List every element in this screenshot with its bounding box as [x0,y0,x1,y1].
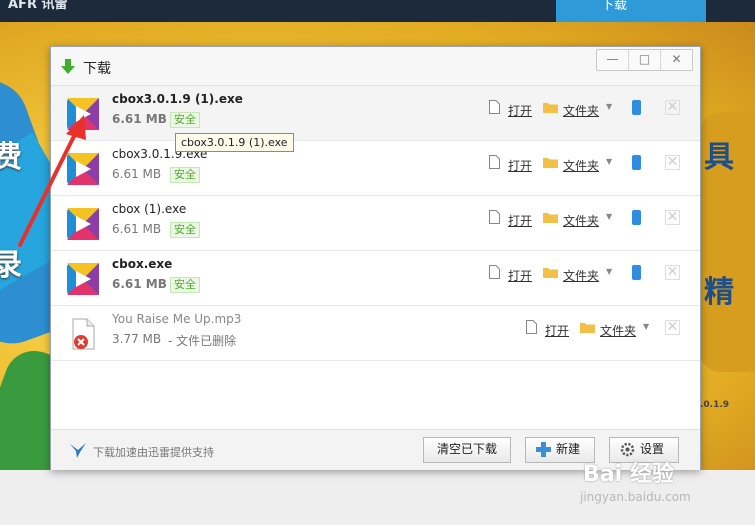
cbox-app-icon [67,153,99,185]
file-name: cbox (1).exe [112,202,187,216]
dialog-title: 下载 [83,61,111,77]
new-button-label: 新建 [556,442,581,456]
remove-item-icon[interactable]: ✕ [665,210,680,225]
folder-icon [543,268,558,278]
remove-item-icon[interactable]: ✕ [665,100,680,115]
chevron-down-icon[interactable]: ▼ [643,322,649,331]
safe-badge: 安全 [170,112,200,128]
file-deleted-status: - 文件已删除 [168,334,237,348]
download-row[interactable]: cbox3.0.1.9 (1).exe 6.61 MB 安全 打开 文件夹 ▼ … [51,86,700,141]
watermark: Bai 经验 [583,462,674,487]
document-icon [489,265,500,279]
gear-icon [620,442,635,457]
phone-icon[interactable] [632,155,641,170]
minimize-button[interactable]: — [597,50,629,70]
remove-item-icon[interactable]: ✕ [665,320,680,335]
file-size: 6.61 MB [112,222,162,236]
clear-downloaded-button[interactable]: 清空已下载 [423,437,511,463]
folder-link[interactable]: 文件夹 [563,157,599,174]
maximize-button[interactable]: □ [629,50,661,70]
safe-badge: 安全 [170,277,200,293]
document-icon [489,210,500,224]
download-row[interactable]: cbox.exe 6.61 MB 安全 打开 文件夹 ▼ ✕ [51,251,700,306]
open-link[interactable]: 打开 [545,322,569,339]
file-name: You Raise Me Up.mp3 [112,312,242,326]
folder-link[interactable]: 文件夹 [563,267,599,284]
cbox-app-icon [67,263,99,295]
banner-version: .0.1.9 [700,400,730,410]
deleted-file-icon [72,318,95,350]
open-link[interactable]: 打开 [508,267,532,284]
banner-word: 精 [704,275,734,310]
file-size: 3.77 MB [112,332,162,346]
filename-tooltip: cbox3.0.1.9 (1).exe [175,133,294,152]
accelerate-info: 下载加速由迅雷提供支持 [93,446,214,459]
document-icon [489,100,500,114]
remove-item-icon[interactable]: ✕ [665,265,680,280]
safe-badge: 安全 [170,167,200,183]
document-icon [489,155,500,169]
document-icon [526,320,537,334]
file-name: cbox.exe [112,257,173,271]
plus-icon [536,442,551,457]
open-link[interactable]: 打开 [508,212,532,229]
download-arrow-icon [61,59,75,74]
phone-icon[interactable] [632,210,641,225]
thunder-bird-icon [70,443,86,458]
chevron-down-icon[interactable]: ▼ [606,212,612,221]
cbox-app-icon [67,98,99,130]
cbox-app-icon [67,208,99,240]
file-size: 6.61 MB [112,167,162,181]
chevron-down-icon[interactable]: ▼ [606,102,612,111]
banner-word: 费 [0,140,22,175]
folder-icon [543,213,558,223]
top-logo: AFR 讯雷 [8,0,68,12]
open-link[interactable]: 打开 [508,157,532,174]
top-download-tab[interactable]: 下载 [556,0,706,22]
download-row[interactable]: You Raise Me Up.mp3 3.77 MB - 文件已删除 打开 文… [51,306,700,361]
folder-link[interactable]: 文件夹 [563,102,599,119]
browser-top-bar: AFR 讯雷 下载 [0,0,755,22]
banner-word: 录 [0,248,22,283]
dialog-header: 下载 — □ ✕ [51,47,700,86]
open-link[interactable]: 打开 [508,102,532,119]
banner-word: 具 [704,140,734,175]
file-size: 6.61 MB [112,112,167,126]
phone-icon[interactable] [632,265,641,280]
watermark-url: jingyan.baidu.com [580,490,691,504]
window-controls: — □ ✕ [596,49,693,71]
download-row[interactable]: cbox3.0.1.9.exe 6.61 MB 安全 打开 文件夹 ▼ ✕ [51,141,700,196]
safe-badge: 安全 [170,222,200,238]
folder-icon [543,158,558,168]
close-button[interactable]: ✕ [661,50,692,70]
folder-icon [580,323,595,333]
chevron-down-icon[interactable]: ▼ [606,267,612,276]
download-dialog: 下载 — □ ✕ cbox3.0.1.9 (1).exe 6.61 MB 安全 … [50,46,701,470]
file-name: cbox3.0.1.9 (1).exe [112,92,243,106]
file-size: 6.61 MB [112,277,167,291]
folder-link[interactable]: 文件夹 [563,212,599,229]
folder-icon [543,103,558,113]
chevron-down-icon[interactable]: ▼ [606,157,612,166]
download-row[interactable]: cbox (1).exe 6.61 MB 安全 打开 文件夹 ▼ ✕ [51,196,700,251]
folder-link[interactable]: 文件夹 [600,322,636,339]
phone-icon[interactable] [632,100,641,115]
remove-item-icon[interactable]: ✕ [665,155,680,170]
